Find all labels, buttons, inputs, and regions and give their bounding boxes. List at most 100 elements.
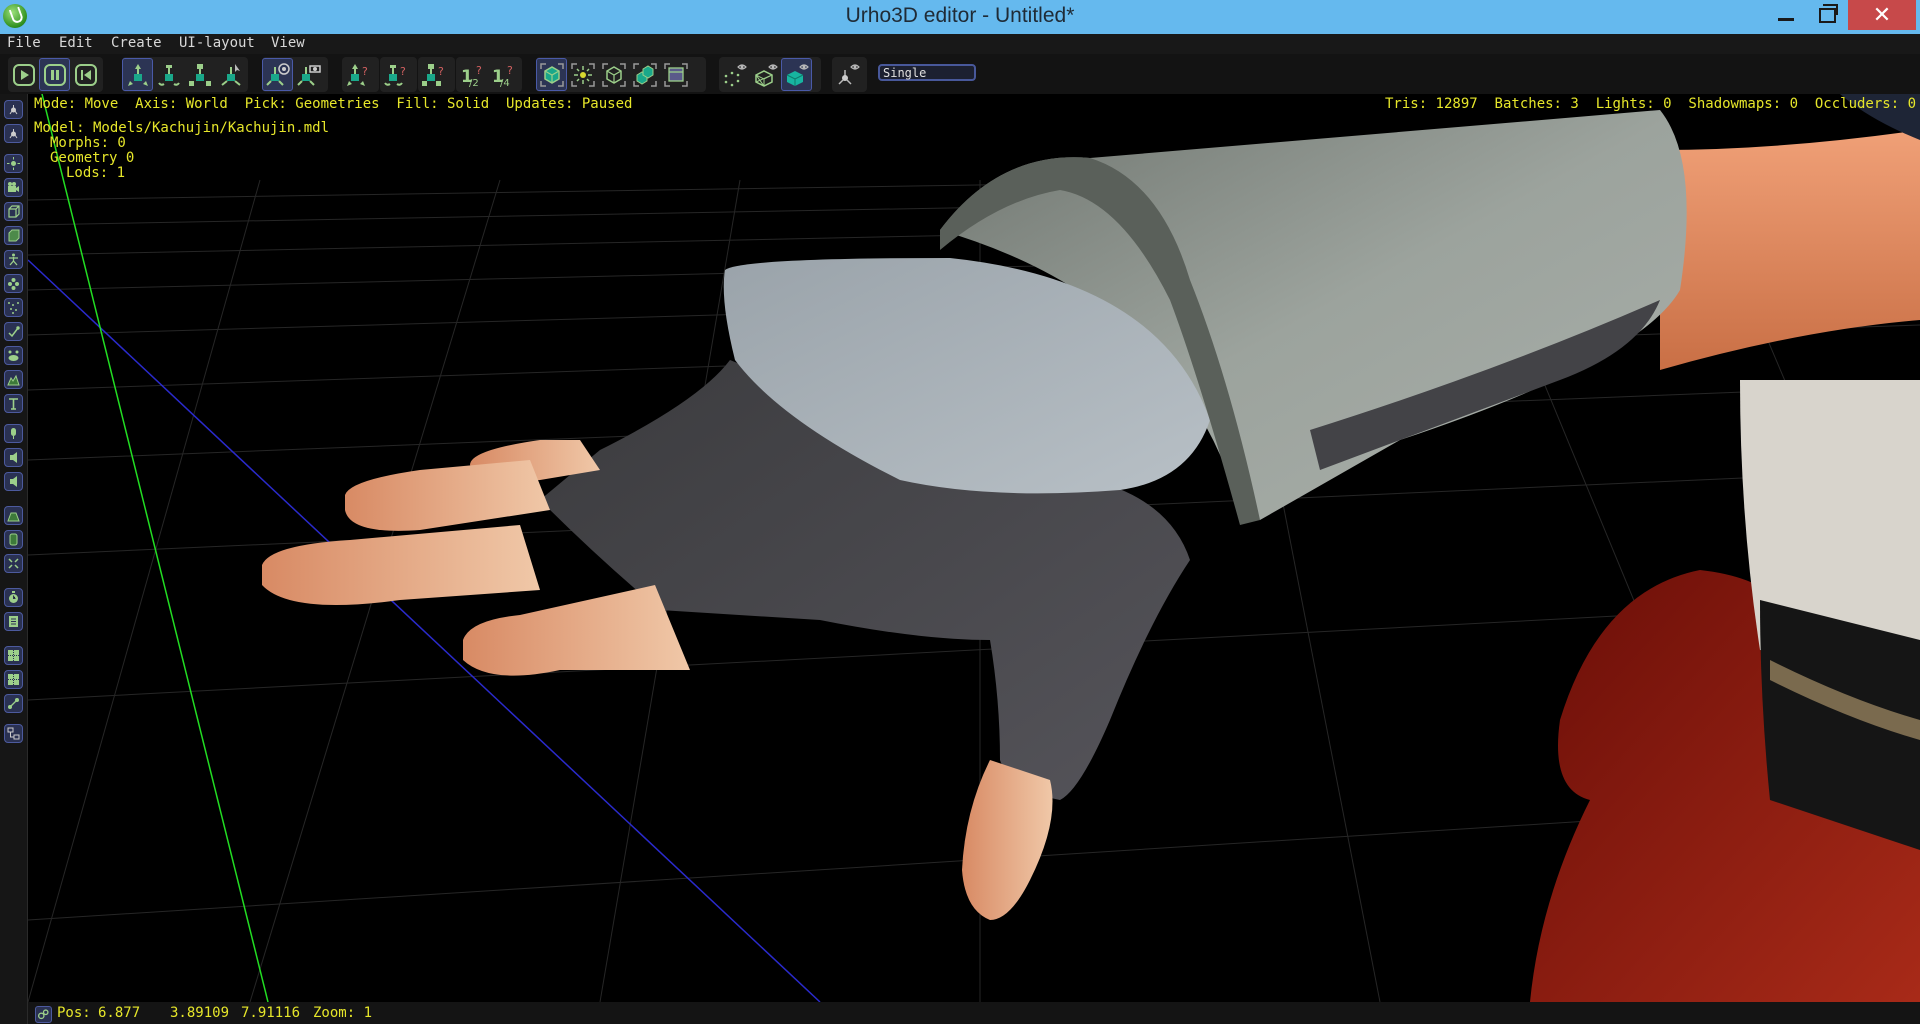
world-axis-button[interactable] xyxy=(262,58,293,91)
rigid-body-icon xyxy=(7,512,20,522)
sidebar-button-navigation-mesh[interactable] xyxy=(4,646,23,665)
sidebar-button-node[interactable] xyxy=(4,100,23,119)
model-path: Model: Models/Kachujin/Kachujin.mdl xyxy=(34,120,330,136)
fill-wireframe-button[interactable] xyxy=(750,58,781,91)
pause-icon xyxy=(43,63,66,86)
gears-icon[interactable] xyxy=(35,1006,52,1023)
rotate-snap-button[interactable]: ? xyxy=(380,58,411,91)
scale-gizmo-icon xyxy=(188,63,211,86)
pick-mode-group xyxy=(536,57,706,92)
node-icon xyxy=(9,105,18,115)
sidebar-button-navigable[interactable] xyxy=(4,670,23,689)
sidebar-button-text3d[interactable] xyxy=(4,394,23,413)
sidebar-button-script[interactable] xyxy=(4,612,23,631)
minimize-button[interactable] xyxy=(1763,0,1809,30)
scale-mode-button[interactable] xyxy=(184,58,215,91)
sidebar-button-network[interactable] xyxy=(4,724,23,743)
rotate-mode-button[interactable] xyxy=(153,58,184,91)
pick-rigidbodies-button[interactable] xyxy=(629,58,660,91)
pause-button[interactable] xyxy=(39,58,70,91)
pick-rigidbodies-icon xyxy=(632,62,657,87)
sound-source-icon xyxy=(10,452,17,463)
view-mode-select[interactable]: Single xyxy=(878,64,976,81)
restore-icon xyxy=(1818,3,1838,23)
sidebar-button-skeleton-figure[interactable] xyxy=(4,250,23,269)
scene-render xyxy=(28,94,1920,1002)
menu-edit[interactable]: Edit xyxy=(59,35,93,51)
rewind-icon xyxy=(74,63,97,86)
thumb xyxy=(962,760,1053,920)
sidebar-button-sound-source[interactable] xyxy=(4,448,23,467)
snap-half-icon: 1/2? xyxy=(461,64,482,88)
axis-mode-group xyxy=(262,57,328,92)
sidebar-button-particle-emitter[interactable] xyxy=(4,298,23,317)
offmesh-connection-icon xyxy=(8,698,19,709)
sidebar-button-billboard[interactable] xyxy=(4,274,23,293)
finger-middle xyxy=(262,525,540,605)
navigable-icon xyxy=(8,674,19,685)
pick-lights-button[interactable] xyxy=(567,58,598,91)
toggle-grid-button[interactable] xyxy=(832,58,863,91)
grid-group xyxy=(832,57,867,92)
toggle-grid-icon xyxy=(837,63,860,85)
pick-geometries-button[interactable] xyxy=(536,58,567,91)
sidebar-button-decal[interactable] xyxy=(4,346,23,365)
sidebar-button-sound-listener[interactable] xyxy=(4,424,23,443)
sidebar-button-node-local[interactable] xyxy=(4,124,23,143)
pick-lights-icon xyxy=(570,62,595,87)
pick-ui-elements-button[interactable] xyxy=(660,58,691,91)
scale-snap-icon: ? xyxy=(421,63,444,86)
camera-icon xyxy=(8,182,19,192)
play-button[interactable] xyxy=(8,58,39,91)
sidebar-button-terrain[interactable] xyxy=(4,370,23,389)
pick-zones-icon xyxy=(601,62,626,87)
sidebar-button-offmesh-connection[interactable] xyxy=(4,694,23,713)
constraint-icon xyxy=(8,558,19,569)
move-mode-button[interactable] xyxy=(122,58,153,91)
fill-solid-button[interactable] xyxy=(781,58,812,91)
sidebar-button-animated-model[interactable] xyxy=(4,226,23,245)
close-icon: ✕ xyxy=(1872,2,1892,27)
finger-index xyxy=(463,585,690,676)
sidebar-button-animation-controller[interactable] xyxy=(4,588,23,607)
move-gizmo-icon xyxy=(127,63,148,86)
menu-create[interactable]: Create xyxy=(111,35,162,51)
move-snap-group: ? xyxy=(342,57,379,92)
animated-model-icon xyxy=(8,229,20,242)
fill-points-button[interactable] xyxy=(719,58,750,91)
menu-view[interactable]: View xyxy=(271,35,305,51)
pick-zones-button[interactable] xyxy=(598,58,629,91)
fill-mode-group xyxy=(719,57,821,92)
select-mode-button[interactable] xyxy=(215,58,246,91)
move-snap-icon: ? xyxy=(346,63,368,86)
local-axis-button[interactable] xyxy=(293,58,324,91)
rewind-button[interactable] xyxy=(70,58,101,91)
minimize-icon xyxy=(1778,17,1794,21)
3d-viewport[interactable] xyxy=(28,94,1920,1002)
fill-solid-icon xyxy=(786,63,809,86)
sidebar-button-rigid-body[interactable] xyxy=(4,506,23,525)
sidebar-button-light[interactable] xyxy=(4,154,23,173)
svg-text:?: ? xyxy=(438,65,444,78)
skeleton-figure-icon xyxy=(9,253,18,266)
move-snap-button[interactable]: ? xyxy=(342,58,373,91)
sidebar-button-camera[interactable] xyxy=(4,178,23,197)
playback-group xyxy=(8,57,103,92)
svg-text:?: ? xyxy=(362,65,368,78)
network-icon xyxy=(7,727,20,740)
snap-quarter-button[interactable]: 1/4? xyxy=(487,58,518,91)
menu-file[interactable]: File xyxy=(7,35,41,51)
sidebar-button-box-model[interactable] xyxy=(4,202,23,221)
sidebar-button-custom-geometry[interactable] xyxy=(4,322,23,341)
snap-half-button[interactable]: 1/2? xyxy=(456,58,487,91)
model-lods: Lods: 1 xyxy=(66,165,126,181)
sidebar-button-sound-source-3d[interactable] xyxy=(4,472,23,491)
menu-ui-layout[interactable]: UI-layout xyxy=(179,35,255,51)
sidebar-button-collision-shape[interactable] xyxy=(4,530,23,549)
close-button[interactable]: ✕ xyxy=(1848,0,1916,30)
terrain-icon xyxy=(7,374,20,386)
pick-geometries-icon xyxy=(539,62,564,87)
sidebar-button-constraint[interactable] xyxy=(4,554,23,573)
restore-button[interactable] xyxy=(1804,0,1850,30)
scale-snap-button[interactable]: ? xyxy=(418,58,449,91)
